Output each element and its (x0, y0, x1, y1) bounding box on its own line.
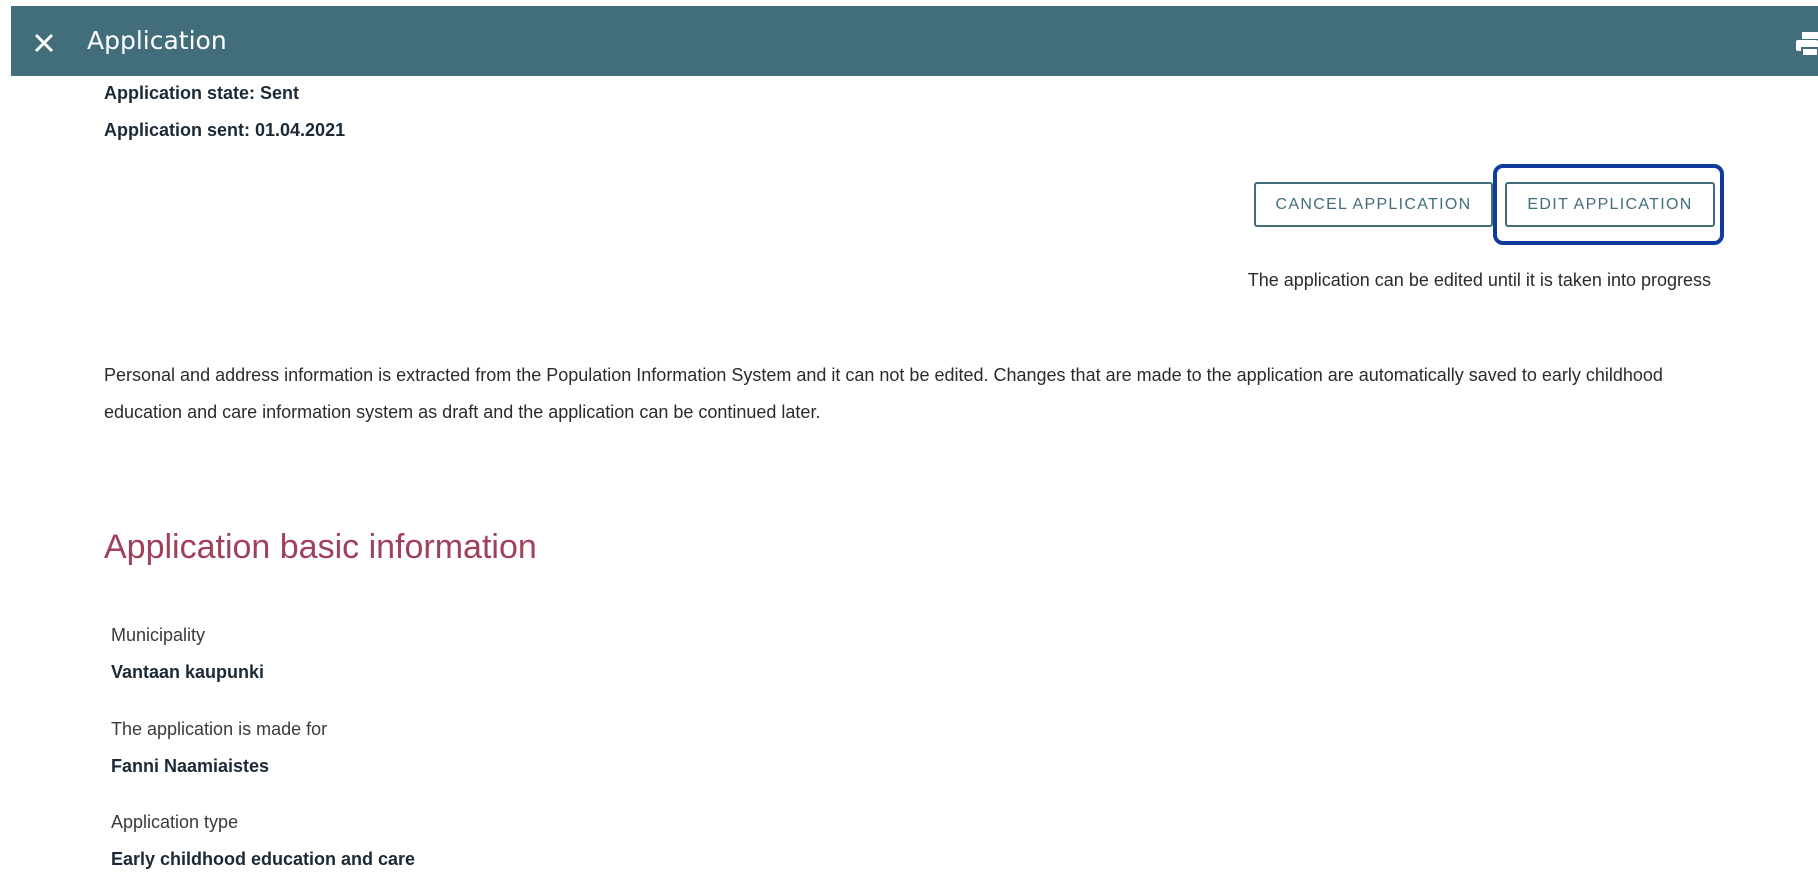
application-type-value: Early childhood education and care (111, 849, 416, 869)
edit-note: The application can be edited until it i… (1247, 270, 1711, 290)
cancel-application-button[interactable]: CANCEL APPLICATION (1254, 182, 1493, 227)
municipality-value: Vantaan kaupunki (111, 662, 265, 682)
section-heading: Application basic information (104, 528, 537, 566)
print-icon[interactable] (1796, 30, 1818, 58)
edit-application-button[interactable]: EDIT APPLICATION (1505, 182, 1715, 227)
application-sent-date: Application sent: 01.04.2021 (104, 120, 346, 140)
app-header: Application (11, 6, 1818, 76)
application-state: Application state: Sent (104, 83, 300, 103)
info-text: Personal and address information is extr… (104, 365, 1663, 422)
page-title: Application (87, 26, 227, 55)
municipality-label: Municipality (111, 625, 206, 645)
application-type-label: Application type (111, 812, 239, 832)
close-icon[interactable] (29, 28, 59, 58)
applicant-for-label: The application is made for (111, 719, 328, 739)
applicant-for-value: Fanni Naamiaistes (111, 756, 270, 776)
